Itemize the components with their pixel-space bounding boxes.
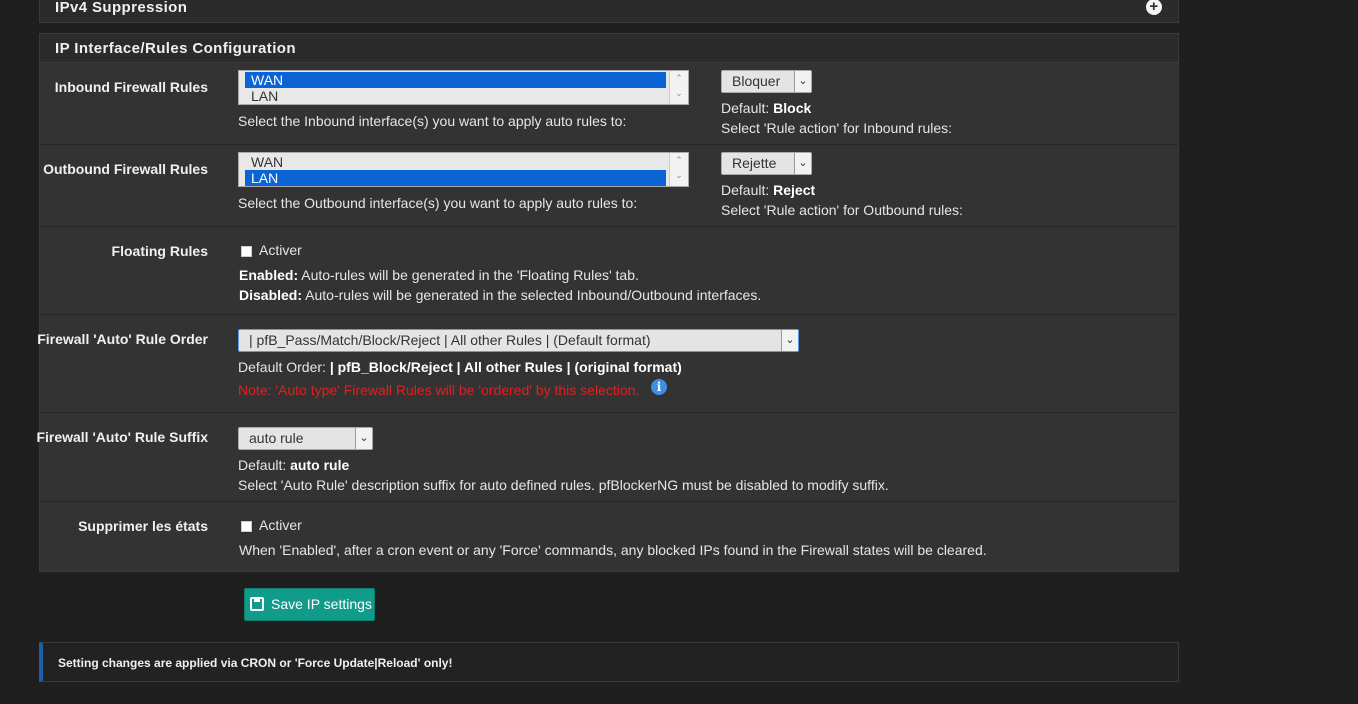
chevron-down-icon: ⌄	[794, 71, 811, 92]
chevron-down-icon: ⌄	[781, 330, 798, 351]
inbound-option-wan[interactable]: WAN	[245, 72, 666, 88]
inbound-action-help: Select 'Rule action' for Inbound rules:	[721, 120, 953, 136]
inbound-action-value: Bloquer	[732, 73, 781, 89]
floating-enabled-prefix: Enabled:	[239, 267, 299, 283]
save-ip-settings-button[interactable]: Save IP settings	[244, 588, 375, 621]
kill-states-label: Supprimer les états	[78, 518, 208, 534]
outbound-listbox-scrollbar[interactable]: ⌃ ⌄	[669, 153, 688, 186]
ip-config-panel: Inbound Firewall Rules WAN LAN ⌃ ⌄ Select…	[36, 63, 1179, 572]
chevron-down-icon: ⌄	[794, 153, 811, 174]
outbound-rules-label: Outbound Firewall Rules	[43, 161, 208, 177]
ip-interface-rules-title: IP Interface/Rules Configuration	[55, 40, 296, 57]
floating-rules-checkbox[interactable]	[241, 246, 252, 257]
inbound-rules-row: Inbound Firewall Rules WAN LAN ⌃ ⌄ Select…	[40, 63, 1178, 145]
rule-suffix-select[interactable]: auto rule ⌄	[238, 427, 373, 450]
plus-circle-icon[interactable]: +	[1146, 0, 1162, 15]
scroll-down-icon[interactable]: ⌄	[670, 168, 688, 183]
outbound-default-prefix: Default:	[721, 182, 770, 198]
inbound-help-text: Select the Inbound interface(s) you want…	[238, 113, 627, 129]
outbound-option-lan[interactable]: LAN	[245, 170, 666, 186]
rule-order-select[interactable]: | pfB_Pass/Match/Block/Reject | All othe…	[238, 329, 799, 352]
rule-suffix-default-value: auto rule	[290, 457, 350, 473]
outbound-rules-row: Outbound Firewall Rules WAN LAN ⌃ ⌄ Selec…	[40, 145, 1178, 227]
outbound-action-help: Select 'Rule action' for Outbound rules:	[721, 202, 963, 218]
outbound-option-wan[interactable]: WAN	[245, 154, 666, 170]
rule-order-default-text: Default Order: | pfB_Block/Reject | All …	[238, 359, 682, 375]
scroll-up-icon[interactable]: ⌃	[670, 71, 688, 86]
chevron-down-icon: ⌄	[355, 428, 372, 449]
outbound-interface-listbox[interactable]: WAN LAN ⌃ ⌄	[238, 152, 689, 187]
floating-disabled-text: Disabled: Auto-rules will be generated i…	[239, 287, 761, 303]
rule-suffix-value: auto rule	[249, 430, 304, 446]
kill-states-checkbox[interactable]	[241, 521, 252, 532]
kill-states-row: Supprimer les états Activer When 'Enable…	[40, 502, 1178, 571]
inbound-default-prefix: Default:	[721, 100, 770, 116]
kill-states-checkbox-label: Activer	[259, 517, 302, 533]
inbound-option-lan[interactable]: LAN	[245, 88, 666, 104]
outbound-action-select[interactable]: Rejette ⌄	[721, 152, 812, 175]
floating-rules-label: Floating Rules	[111, 243, 208, 259]
alert-text: Setting changes are applied via CRON or …	[58, 656, 453, 670]
scroll-up-icon[interactable]: ⌃	[670, 153, 688, 168]
rule-suffix-default-prefix: Default:	[238, 457, 287, 473]
info-icon[interactable]: i	[651, 379, 667, 395]
outbound-default-value: Reject	[773, 182, 816, 198]
rule-order-default-prefix: Default Order:	[238, 359, 326, 375]
inbound-default-text: Default: Block	[721, 100, 811, 116]
rule-order-note: Note: 'Auto type' Firewall Rules will be…	[238, 382, 640, 398]
ip-interface-rules-header: IP Interface/Rules Configuration	[39, 33, 1179, 63]
outbound-action-value: Rejette	[732, 155, 777, 171]
inbound-interface-listbox[interactable]: WAN LAN ⌃ ⌄	[238, 70, 689, 105]
rule-order-default-value: | pfB_Block/Reject | All other Rules | (…	[329, 359, 682, 375]
outbound-help-text: Select the Outbound interface(s) you wan…	[238, 195, 638, 211]
rule-suffix-help: Select 'Auto Rule' description suffix fo…	[238, 477, 889, 493]
rule-suffix-row: Firewall 'Auto' Rule Suffix auto rule ⌄ …	[36, 413, 1178, 502]
floating-rules-row: Floating Rules Activer Enabled: Auto-rul…	[40, 227, 1178, 315]
inbound-rules-label: Inbound Firewall Rules	[54, 79, 208, 95]
floating-enabled-desc: Auto-rules will be generated in the 'Flo…	[301, 267, 639, 283]
inbound-default-value: Block	[773, 100, 812, 116]
save-button-label: Save IP settings	[271, 596, 372, 612]
floating-disabled-prefix: Disabled:	[239, 287, 303, 303]
ipv4-suppression-header[interactable]: IPv4 Suppression +	[39, 0, 1179, 23]
cron-info-alert: Setting changes are applied via CRON or …	[39, 642, 1179, 682]
floating-disabled-desc: Auto-rules will be generated in the sele…	[305, 287, 762, 303]
kill-states-help: When 'Enabled', after a cron event or an…	[239, 542, 987, 558]
outbound-default-text: Default: Reject	[721, 182, 815, 198]
ipv4-suppression-title: IPv4 Suppression	[55, 0, 188, 16]
floating-checkbox-label: Activer	[259, 242, 302, 258]
floating-enabled-text: Enabled: Auto-rules will be generated in…	[239, 267, 639, 283]
rule-suffix-default-text: Default: auto rule	[238, 457, 349, 473]
rule-suffix-label: Firewall 'Auto' Rule Suffix	[36, 429, 208, 445]
rule-order-value: | pfB_Pass/Match/Block/Reject | All othe…	[249, 332, 651, 348]
save-disk-icon	[250, 597, 264, 611]
rule-order-label: Firewall 'Auto' Rule Order	[37, 331, 208, 347]
inbound-action-select[interactable]: Bloquer ⌄	[721, 70, 812, 93]
rule-order-row: Firewall 'Auto' Rule Order | pfB_Pass/Ma…	[37, 315, 1178, 413]
scroll-down-icon[interactable]: ⌄	[670, 86, 688, 101]
inbound-listbox-scrollbar[interactable]: ⌃ ⌄	[669, 71, 688, 104]
